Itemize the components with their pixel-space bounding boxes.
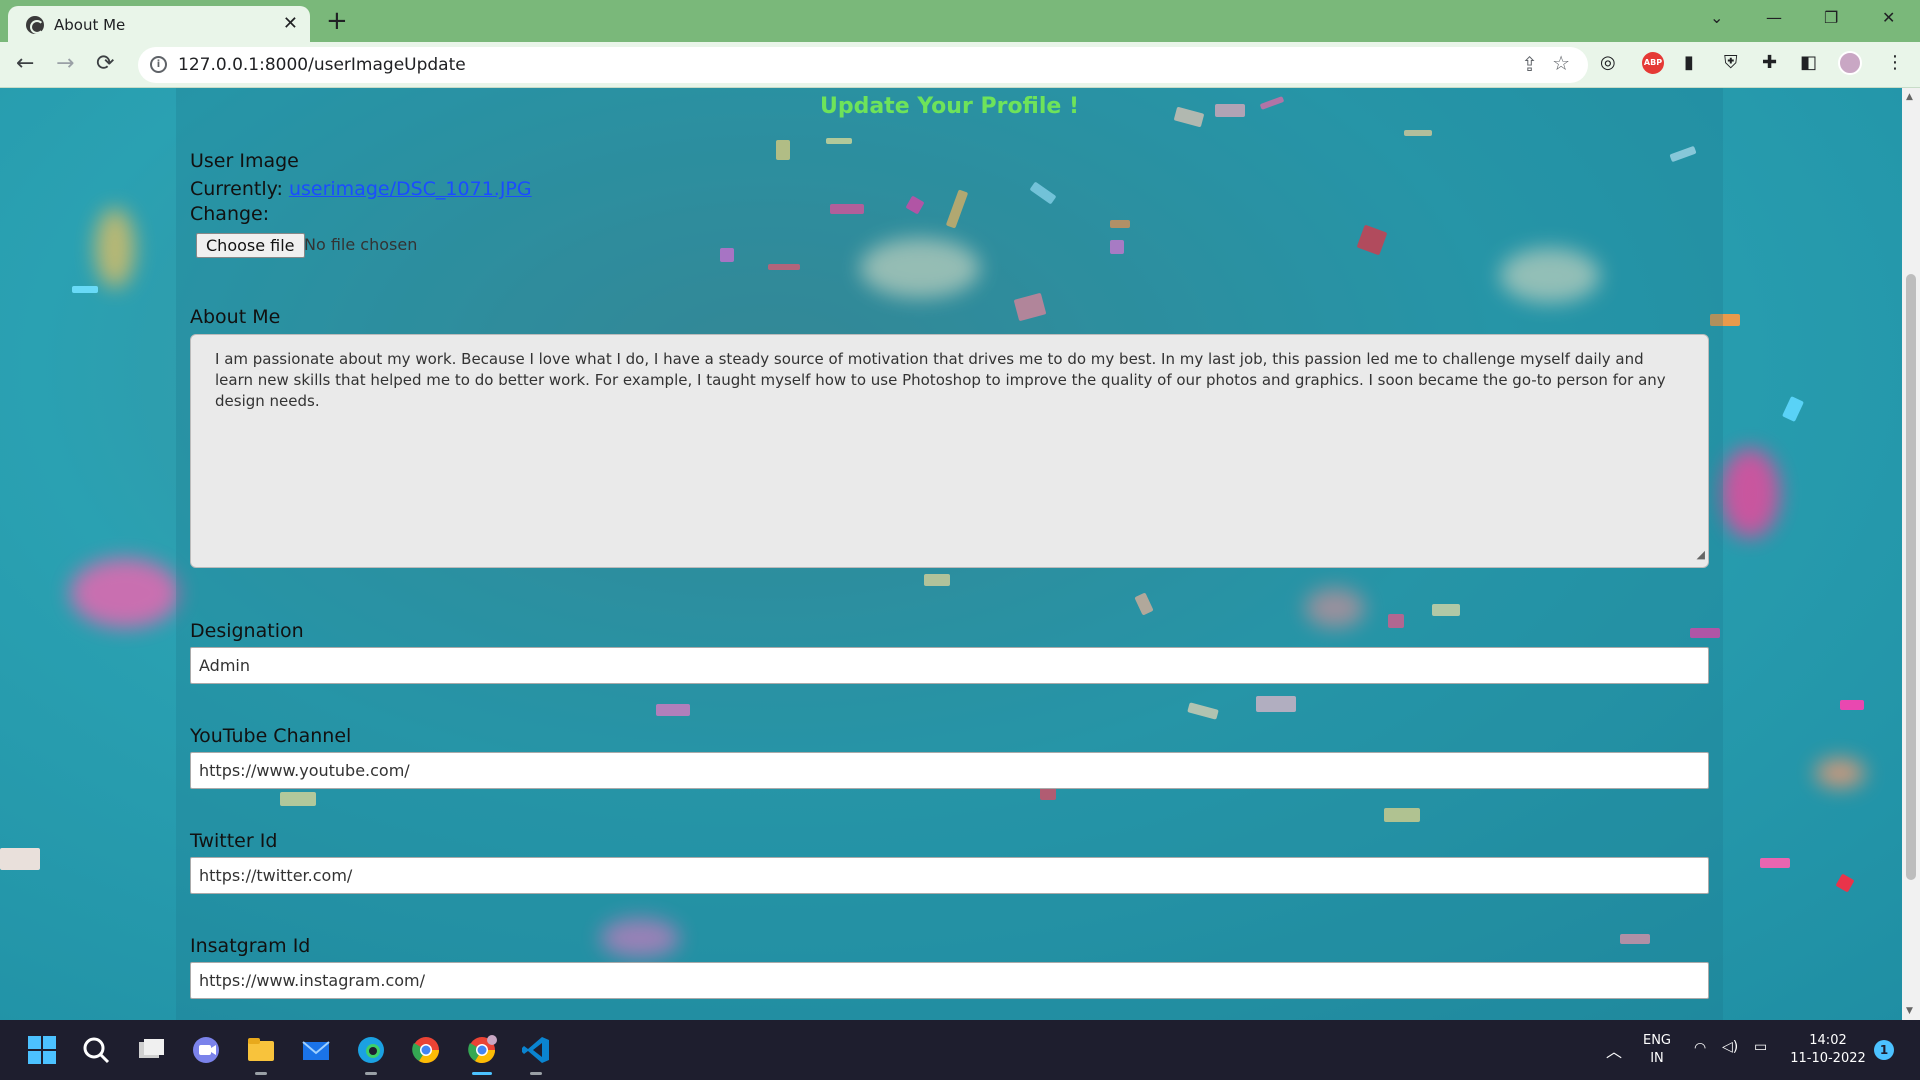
tab-bar: About Me ✕ + ⌄ — ❐ ✕: [0, 0, 1920, 42]
clock-date: 11-10-2022: [1790, 1051, 1866, 1066]
profile-form: Update Your Profile ! User Image Current…: [176, 88, 1723, 1020]
globe-icon: [26, 16, 44, 34]
confetti-blob: [95, 208, 135, 288]
adblock-icon[interactable]: ABP: [1642, 52, 1664, 74]
about-me-text: I am passionate about my work. Because I…: [215, 350, 1666, 410]
chrome-icon[interactable]: [410, 1034, 442, 1066]
explorer-icon[interactable]: [245, 1034, 277, 1075]
restore-button[interactable]: ❐: [1824, 8, 1838, 27]
back-button[interactable]: ←: [16, 51, 34, 76]
confetti-piece: [1835, 873, 1855, 893]
confetti-piece: [1782, 396, 1804, 422]
confetti-blob: [1815, 758, 1865, 788]
scroll-up-icon[interactable]: ▲: [1906, 92, 1913, 102]
instagram-field[interactable]: https://www.instagram.com/: [190, 962, 1709, 999]
twitter-label: Twitter Id: [190, 830, 278, 852]
vscode-icon[interactable]: [520, 1034, 552, 1075]
volume-icon[interactable]: ◁): [1722, 1039, 1738, 1055]
language-text: ENG: [1642, 1033, 1671, 1048]
choose-file-button[interactable]: Choose file: [196, 233, 305, 258]
youtube-field[interactable]: https://www.youtube.com/: [190, 752, 1709, 789]
confetti-piece: [72, 286, 98, 293]
current-image: Currently: userimage/DSC_1071.JPG: [190, 178, 532, 200]
tab-about-me[interactable]: About Me ✕: [8, 6, 310, 42]
reload-button[interactable]: ⟳: [96, 51, 114, 76]
twitter-field[interactable]: https://twitter.com/: [190, 857, 1709, 894]
wifi-icon[interactable]: ◠: [1694, 1040, 1706, 1056]
no-file-text: No file chosen: [304, 235, 418, 254]
share-icon[interactable]: ⇪: [1521, 52, 1538, 76]
tray-chevron-icon[interactable]: ︿: [1606, 1038, 1622, 1062]
currently-label: Currently:: [190, 178, 283, 200]
minimize-button[interactable]: —: [1766, 8, 1782, 27]
taskview-icon[interactable]: [135, 1034, 167, 1066]
new-tab-button[interactable]: +: [326, 6, 348, 36]
page-viewport: Update Your Profile ! User Image Current…: [0, 88, 1920, 1020]
menu-icon[interactable]: ⋮: [1886, 52, 1904, 73]
browser-toolbar: ← → ⟳ i 127.0.0.1:8000/userImageUpdate ⇪…: [0, 42, 1920, 88]
about-me-textarea[interactable]: I am passionate about my work. Because I…: [190, 334, 1709, 568]
teams-icon[interactable]: [190, 1034, 222, 1066]
profile-scan-icon[interactable]: ◎: [1600, 52, 1616, 73]
page-scrollbar[interactable]: ▲ ▼: [1902, 88, 1920, 1020]
current-image-link[interactable]: userimage/DSC_1071.JPG: [289, 178, 532, 200]
scroll-down-icon[interactable]: ▼: [1906, 1006, 1913, 1016]
address-bar[interactable]: i 127.0.0.1:8000/userImageUpdate ⇪ ☆: [138, 47, 1588, 83]
confetti-blob: [1720, 448, 1780, 538]
site-info-icon[interactable]: i: [150, 56, 167, 73]
tab-title: About Me: [54, 16, 126, 34]
user-image-label: User Image: [190, 150, 299, 172]
instagram-label: Insatgram Id: [190, 935, 311, 957]
tab-close-icon[interactable]: ✕: [283, 13, 298, 34]
start-icon[interactable]: [26, 1034, 58, 1066]
designation-label: Designation: [190, 620, 304, 642]
scrollbar-thumb[interactable]: [1906, 274, 1916, 880]
running-indicator: [365, 1072, 377, 1075]
bookmark-star-icon[interactable]: ☆: [1552, 51, 1570, 75]
confetti-piece: [1840, 700, 1864, 710]
forward-button[interactable]: →: [56, 51, 74, 76]
battery-icon[interactable]: ▭: [1754, 1039, 1767, 1055]
running-indicator: [255, 1072, 267, 1075]
tab-search-icon[interactable]: ⌄: [1710, 8, 1723, 27]
profile-avatar[interactable]: [1838, 51, 1862, 75]
running-indicator: [472, 1072, 492, 1075]
youtube-label: YouTube Channel: [190, 725, 352, 747]
notification-badge[interactable]: 1: [1874, 1040, 1894, 1060]
chart-icon[interactable]: ▮: [1684, 52, 1694, 73]
mail-icon[interactable]: [300, 1034, 332, 1066]
region-text: IN: [1650, 1051, 1664, 1066]
chrome-active-icon[interactable]: [466, 1034, 498, 1075]
clock-time: 14:02: [1809, 1033, 1847, 1048]
language-indicator[interactable]: ENG IN: [1638, 1032, 1676, 1068]
change-label: Change:: [190, 203, 270, 225]
puzzle-icon[interactable]: ✚: [1762, 52, 1777, 73]
page-title: Update Your Profile !: [819, 94, 1080, 119]
confetti-blob: [70, 558, 180, 628]
search-icon[interactable]: [80, 1034, 112, 1066]
taskbar: ︿ ENG IN ◠ ◁) ▭ 14:02 11-10-2022: [0, 1020, 1920, 1080]
designation-field[interactable]: Admin: [190, 647, 1709, 684]
resize-grip-icon[interactable]: ◢: [1697, 544, 1705, 565]
close-window-button[interactable]: ✕: [1882, 8, 1895, 27]
confetti-piece: [1760, 858, 1790, 868]
about-me-label: About Me: [190, 306, 281, 328]
vpn-icon[interactable]: ⛨: [1724, 52, 1738, 73]
edge-icon[interactable]: [355, 1034, 387, 1075]
confetti-piece: [0, 848, 40, 870]
sidepanel-icon[interactable]: ◧: [1800, 52, 1817, 73]
running-indicator: [530, 1072, 542, 1075]
clock[interactable]: 14:02 11-10-2022: [1790, 1032, 1866, 1068]
url-text[interactable]: 127.0.0.1:8000/userImageUpdate: [178, 55, 466, 75]
